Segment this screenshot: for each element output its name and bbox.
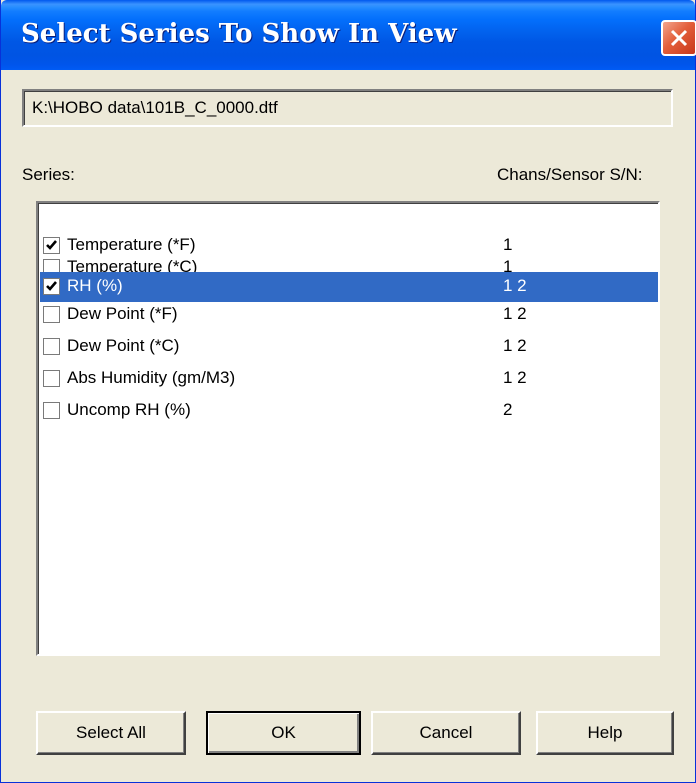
- series-name: Temperature (*F): [67, 235, 196, 254]
- file-path-field: K:\HOBO data\101B_C_0000.dtf: [22, 89, 673, 127]
- series-chans: 1 2: [503, 336, 527, 355]
- series-row[interactable]: Dew Point (*F) 1 2: [40, 300, 658, 330]
- series-checkbox[interactable]: [43, 402, 60, 419]
- series-chans: 2: [503, 400, 513, 419]
- series-checkbox[interactable]: [43, 370, 60, 387]
- ok-button[interactable]: OK: [206, 711, 361, 755]
- help-button[interactable]: Help: [536, 711, 674, 755]
- series-name: RH (%): [67, 276, 123, 295]
- dialog-window: Select Series To Show In View K:\HOBO da…: [0, 0, 696, 783]
- series-name: Dew Point (*C): [67, 336, 180, 355]
- series-name: Uncomp RH (%): [67, 400, 191, 419]
- window-title: Select Series To Show In View: [21, 19, 457, 49]
- series-chans: 1 2: [503, 276, 527, 295]
- title-bar[interactable]: Select Series To Show In View: [1, 0, 696, 70]
- checkmark-icon: [46, 281, 57, 291]
- series-row[interactable]: Dew Point (*C) 1 2: [40, 332, 658, 362]
- chans-sensor-label: Chans/Sensor S/N:: [497, 165, 643, 184]
- series-row[interactable]: Uncomp RH (%) 2: [40, 396, 658, 426]
- series-label: Series:: [22, 165, 75, 184]
- series-chans: 1 2: [503, 368, 527, 387]
- cancel-button[interactable]: Cancel: [371, 711, 521, 755]
- series-checkbox[interactable]: [43, 306, 60, 323]
- series-chans: 1 2: [503, 304, 527, 323]
- series-row[interactable]: Abs Humidity (gm/M3) 1 2: [40, 364, 658, 394]
- select-all-button[interactable]: Select All: [36, 711, 186, 755]
- series-row-selected[interactable]: RH (%) 1 2: [40, 272, 658, 302]
- series-checkbox[interactable]: [43, 338, 60, 355]
- series-checkbox[interactable]: [43, 237, 60, 254]
- series-listbox[interactable]: Temperature (*F) 1 Temperature (*C) 1 RH…: [36, 201, 660, 656]
- checkmark-icon: [46, 240, 57, 250]
- series-chans: 1: [503, 235, 513, 254]
- series-name: Dew Point (*F): [67, 304, 178, 323]
- close-button[interactable]: [661, 20, 696, 56]
- series-checkbox[interactable]: [43, 278, 60, 295]
- series-name: Abs Humidity (gm/M3): [67, 368, 236, 387]
- close-icon: [670, 29, 688, 47]
